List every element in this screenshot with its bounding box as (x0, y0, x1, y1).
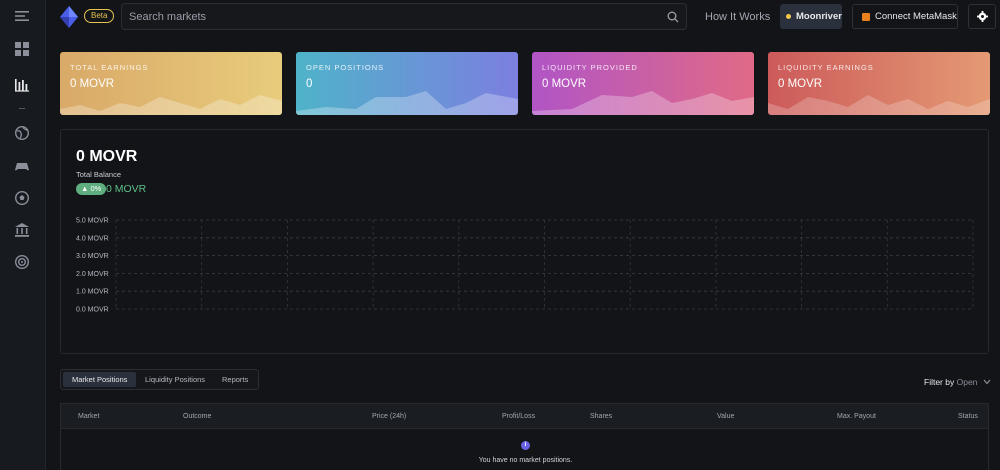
gear-icon (976, 11, 988, 22)
column-header-profit-loss[interactable]: Profit/Loss (502, 413, 535, 420)
network-status-dot (786, 14, 791, 19)
y-tick-label: 5.0 MOVR (76, 218, 109, 225)
positions-table-header: Market Outcome Price (24h) Profit/Loss S… (60, 403, 989, 429)
connect-wallet-label: Connect MetaMask (875, 11, 957, 22)
balance-panel: 0 MOVR Total Balance ▲ 0% 0 MOVR 5.0 MOV… (60, 129, 989, 354)
connect-wallet-button[interactable]: Connect MetaMask (852, 4, 958, 29)
card-sparkline (296, 91, 518, 115)
card-sparkline (532, 91, 754, 115)
card-label: TOTAL EARNINGS (70, 63, 149, 72)
tab-market-positions[interactable]: Market Positions (63, 372, 137, 387)
globe-icon[interactable] (11, 122, 33, 144)
info-icon: i (521, 441, 530, 450)
balance-change-value: 0 MOVR (106, 183, 147, 195)
settings-button[interactable] (968, 4, 996, 29)
beta-badge: Beta (84, 9, 115, 23)
column-header-market[interactable]: Market (78, 413, 99, 420)
search-icon[interactable] (667, 11, 679, 23)
total-balance-label: Total Balance (76, 170, 122, 179)
search-input[interactable]: Search markets (129, 11, 206, 23)
balance-chart: 5.0 MOVR 4.0 MOVR 3.0 MOVR 2.0 MOVR 1.0 MOVR… (76, 218, 974, 314)
card-sparkline (768, 95, 990, 115)
portfolio-chart-icon[interactable] (11, 74, 33, 96)
liquidity-provided-card: LIQUIDITY PROVIDED 0 MOVR (532, 52, 754, 115)
y-tick-label: 1.0 MOVR (76, 289, 109, 296)
total-balance-value: 0 MOVR (76, 148, 138, 165)
card-label: LIQUIDITY PROVIDED (542, 63, 638, 72)
y-tick-label: 0.0 MOVR (76, 307, 109, 314)
filter-label: Filter by (924, 377, 955, 387)
column-header-outcome[interactable]: Outcome (183, 413, 211, 420)
y-tick-label: 4.0 MOVR (76, 235, 109, 242)
card-label: OPEN POSITIONS (306, 63, 385, 72)
dashboard-icon[interactable] (11, 38, 33, 60)
network-label: Moonriver (796, 11, 842, 22)
sidebar (0, 0, 46, 470)
target-icon[interactable] (11, 251, 33, 273)
balance-change-badge: ▲ 0% (76, 183, 107, 195)
card-label: LIQUIDITY EARNINGS (778, 63, 874, 72)
liquidity-earnings-card: LIQUIDITY EARNINGS 0 MOVR (768, 52, 990, 115)
metamask-icon (862, 12, 870, 21)
how-it-works-link[interactable]: How It Works (705, 11, 770, 23)
tab-reports[interactable]: Reports (213, 372, 257, 387)
column-header-value[interactable]: Value (717, 413, 734, 420)
column-header-status[interactable]: Status (958, 413, 978, 420)
menu-icon[interactable] (11, 5, 33, 27)
y-tick-label: 2.0 MOVR (76, 271, 109, 278)
search-bar[interactable]: Search markets (121, 3, 687, 30)
tab-liquidity-positions[interactable]: Liquidity Positions (136, 372, 214, 387)
column-header-price[interactable]: Price (24h) (372, 413, 406, 420)
chevron-down-icon (983, 379, 991, 385)
bank-icon[interactable] (11, 219, 33, 241)
sidebar-divider (19, 108, 25, 109)
positions-table-body: i You have no market positions. (60, 429, 989, 470)
filter-dropdown[interactable]: Filter by Open (924, 377, 991, 387)
open-positions-card: OPEN POSITIONS 0 (296, 52, 518, 115)
soccer-ball-icon[interactable] (11, 187, 33, 209)
empty-state-message: You have no market positions. (478, 457, 573, 464)
column-header-shares[interactable]: Shares (590, 413, 612, 420)
app-logo-icon[interactable] (60, 6, 78, 28)
card-sparkline (60, 95, 282, 115)
column-header-max-payout[interactable]: Max. Payout (837, 413, 876, 420)
positions-tabs: Market Positions Liquidity Positions Rep… (60, 369, 259, 390)
network-selector-button[interactable]: Moonriver (780, 4, 842, 29)
gamepad-icon[interactable] (11, 155, 33, 177)
y-tick-label: 3.0 MOVR (76, 253, 109, 260)
total-earnings-card: TOTAL EARNINGS 0 MOVR (60, 52, 282, 115)
filter-value: Open (956, 377, 978, 387)
